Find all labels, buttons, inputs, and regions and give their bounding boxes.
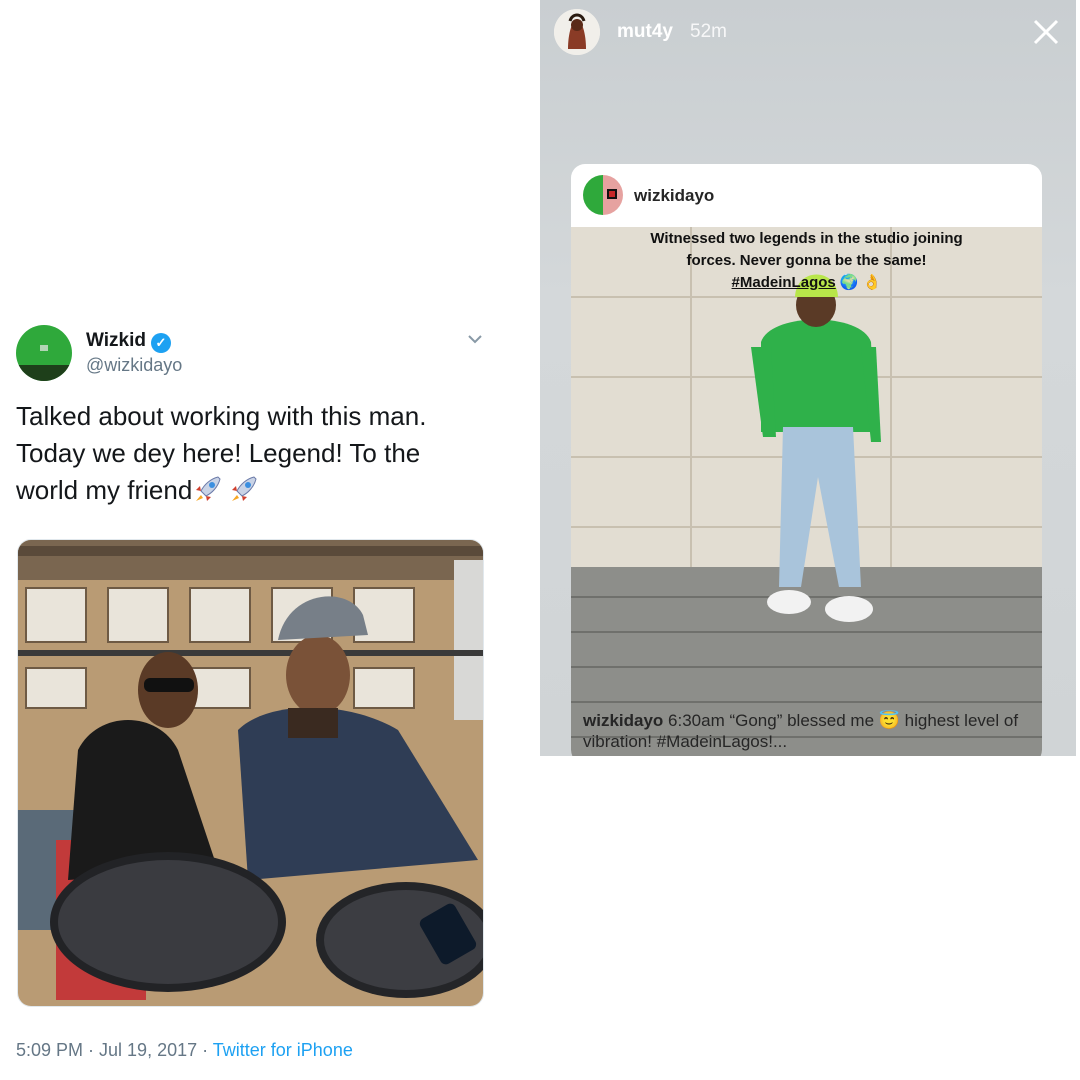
overlay-line-3: #MadeinLagos 🌍 👌	[571, 272, 1042, 294]
tweet-timestamp[interactable]: 5:09 PM · Jul 19, 2017 ·	[16, 1040, 213, 1060]
chevron-down-icon[interactable]	[464, 328, 486, 350]
overlay-hashtag[interactable]: #MadeinLagos	[732, 274, 836, 291]
tweet-handle[interactable]: @wizkidayo	[86, 355, 182, 376]
story-avatar-image	[554, 9, 600, 55]
rocket-icon	[232, 476, 257, 501]
overlay-line-1: Witnessed two legends in the studio join…	[650, 230, 963, 247]
tweet-text: Talked about working with this man. Toda…	[16, 398, 486, 509]
story-text-overlay: Witnessed two legends in the studio join…	[571, 228, 1042, 294]
shared-post-avatar[interactable]	[583, 175, 623, 215]
caption-username[interactable]: wizkidayo	[583, 711, 663, 730]
tweet-meta: 5:09 PM · Jul 19, 2017 · Twitter for iPh…	[16, 1040, 353, 1061]
close-icon[interactable]	[1030, 16, 1062, 48]
shared-post-photo	[571, 227, 1042, 756]
verified-badge-icon: ✓	[151, 333, 171, 353]
story-avatar[interactable]	[554, 9, 600, 55]
shared-post-card[interactable]: wizkidayo Witnessed two legends in the s…	[571, 164, 1042, 756]
green-sweater-photo-image	[571, 227, 1042, 756]
tweet-photo[interactable]	[17, 539, 484, 1007]
instagram-story[interactable]: mut4y 52m wizkidayo Witnessed two legend…	[540, 0, 1076, 756]
tweet-avatar[interactable]	[16, 325, 72, 381]
shared-post-username[interactable]: wizkidayo	[634, 186, 714, 206]
rocket-icon	[196, 476, 221, 501]
overlay-line-2: forces. Never gonna be the same!	[686, 252, 927, 269]
shared-post-caption: wizkidayo 6:30am “Gong” blessed me 😇 hig…	[583, 710, 1033, 752]
rooftop-photo-image	[18, 540, 483, 1006]
tweet-card: Wizkid ✓ @wizkidayo Talked about working…	[0, 0, 540, 1080]
overlay-emoji: 🌍 👌	[839, 274, 882, 291]
tweet-source-link[interactable]: Twitter for iPhone	[213, 1040, 353, 1060]
story-time: 52m	[690, 21, 727, 42]
shared-post-avatar-image	[583, 175, 623, 215]
story-username[interactable]: mut4y	[617, 21, 673, 43]
tweet-display-name[interactable]: Wizkid	[86, 330, 146, 352]
